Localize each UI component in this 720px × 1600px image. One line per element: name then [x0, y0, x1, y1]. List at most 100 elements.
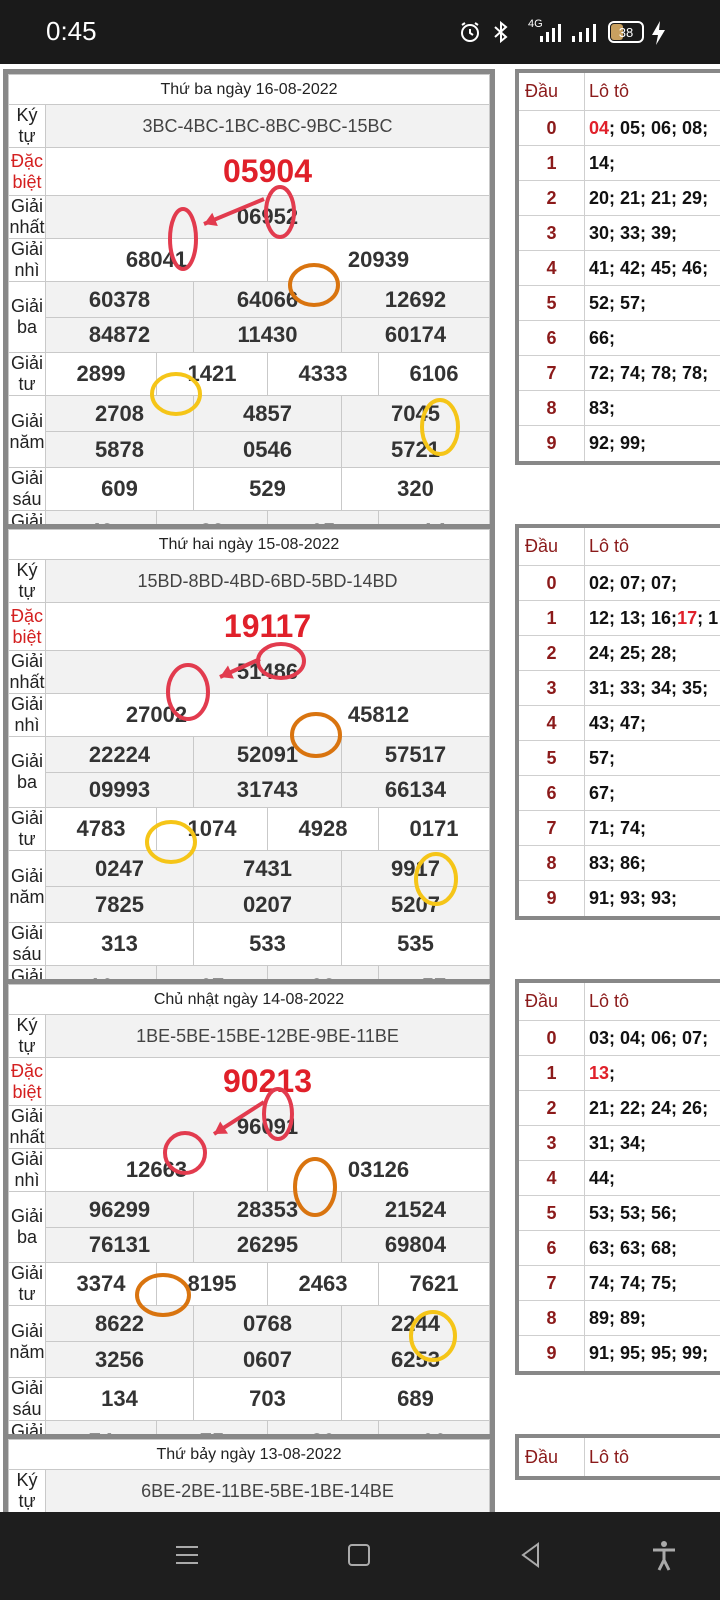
fifth-prize: 5207 [341, 886, 490, 923]
result-table: Thứ hai ngày 15-08-2022 Ký tự 15BD-8BD-4BD… [3, 524, 495, 1014]
loto-head-digit: 1 [519, 601, 585, 635]
label-giai-sau: Giải sáu [8, 922, 46, 966]
label-giai-nhi: Giải nhì [8, 1148, 46, 1192]
fourth-prize: 2463 [267, 1262, 379, 1306]
fifth-prize: 6253 [341, 1341, 490, 1378]
loto-values: 13; [585, 1056, 720, 1090]
label-giai-ba: Giải ba [8, 1191, 46, 1263]
loto-head-digit: 1 [519, 146, 585, 180]
loto-special-number: 13 [589, 1062, 610, 1083]
label-giai-nam: Giải năm [8, 395, 46, 468]
loto-values: 53; 53; 56; [585, 1196, 720, 1230]
loto-numbers: 67; [589, 782, 616, 803]
kytu-value: 3BC-4BC-1BC-8BC-9BC-15BC [45, 104, 490, 148]
loto-row: 1 14; [519, 146, 720, 181]
accessibility-icon[interactable] [650, 1540, 678, 1572]
loto-row: 5 52; 57; [519, 286, 720, 321]
label-giai-nhat: Giải nhất [8, 195, 46, 239]
loto-numbers: ; 1 [697, 607, 719, 628]
loto-head-digit: 9 [519, 426, 585, 461]
special-prize: 05904 [45, 147, 490, 196]
label-giai-nhi: Giải nhì [8, 238, 46, 282]
loto-numbers: 20; 21; 21; 29; [589, 187, 709, 208]
loto-head-digit: 4 [519, 1161, 585, 1195]
label-dacbiet: Đặc biệt [8, 147, 46, 196]
fourth-prize: 8195 [156, 1262, 268, 1306]
fourth-prize: 1074 [156, 807, 268, 851]
fourth-prize: 1421 [156, 352, 268, 396]
loto-values: 72; 74; 78; 78; [585, 356, 720, 390]
results-page[interactable]: Thứ ba ngày 16-08-2022 Ký tự 3BC-4BC-1BC-8… [0, 64, 720, 1512]
fifth-prize: 2244 [341, 1305, 490, 1342]
loto-row: 6 63; 63; 68; [519, 1231, 720, 1266]
fourth-prize: 4333 [267, 352, 379, 396]
result-table: Thứ bảy ngày 13-08-2022 Ký tự 6BE-2BE-11BE… [3, 1434, 495, 1512]
loto-numbers: ; [609, 1062, 616, 1083]
loto-values: 30; 33; 39; [585, 216, 720, 250]
fifth-prize: 4857 [193, 395, 342, 432]
loto-head-digit: 1 [519, 1056, 585, 1090]
loto-head-digit: 6 [519, 776, 585, 810]
loto-values: 83; [585, 391, 720, 425]
battery-icon: 38 [608, 21, 644, 43]
third-prize: 60174 [341, 317, 490, 353]
loto-head-digit: 8 [519, 391, 585, 425]
fifth-prize: 0768 [193, 1305, 342, 1342]
draw-date: Thứ ba ngày 16-08-2022 [8, 74, 490, 105]
third-prize: 22224 [45, 736, 194, 773]
loto-values: 31; 34; [585, 1126, 720, 1160]
sixth-prize: 689 [341, 1377, 490, 1421]
fifth-prize: 5878 [45, 431, 194, 468]
loto-row: 7 72; 74; 78; 78; [519, 356, 720, 391]
loto-numbers: 57; [589, 747, 616, 768]
loto-header-dau: Đầu [519, 983, 585, 1020]
second-prize: 27002 [45, 693, 268, 737]
loto-values: 91; 93; 93; [585, 881, 720, 916]
loto-head-digit: 0 [519, 566, 585, 600]
loto-row: 4 43; 47; [519, 706, 720, 741]
back-icon[interactable] [518, 1540, 544, 1570]
loto-head-digit: 5 [519, 741, 585, 775]
loto-head-digit: 3 [519, 216, 585, 250]
loto-row: 5 53; 53; 56; [519, 1196, 720, 1231]
home-icon[interactable] [346, 1540, 372, 1570]
third-prize: 96299 [45, 1191, 194, 1228]
loto-values: 67; [585, 776, 720, 810]
special-prize: 19117 [45, 602, 490, 651]
loto-head-digit: 9 [519, 881, 585, 916]
loto-numbers: 83; 86; [589, 852, 647, 873]
loto-numbers: 66; [589, 327, 616, 348]
loto-row: 2 24; 25; 28; [519, 636, 720, 671]
sixth-prize: 703 [193, 1377, 342, 1421]
loto-values: 91; 95; 95; 99; [585, 1336, 720, 1371]
third-prize: 60378 [45, 281, 194, 318]
loto-head-digit: 7 [519, 356, 585, 390]
third-prize: 84872 [45, 317, 194, 353]
third-prize: 21524 [341, 1191, 490, 1228]
loto-table: Đầu Lô tô [515, 1434, 720, 1480]
loto-values: 74; 74; 75; [585, 1266, 720, 1300]
loto-head-digit: 0 [519, 1021, 585, 1055]
loto-head-digit: 3 [519, 671, 585, 705]
loto-head-digit: 4 [519, 251, 585, 285]
label-kytu: Ký tự [8, 104, 46, 148]
loto-numbers: 53; 53; 56; [589, 1202, 678, 1223]
loto-row: 4 41; 42; 45; 46; [519, 251, 720, 286]
fifth-prize: 9917 [341, 850, 490, 887]
menu-icon[interactable] [174, 1540, 200, 1570]
loto-header-loto: Lô tô [589, 81, 630, 101]
fourth-prize: 2899 [45, 352, 157, 396]
loto-values: 12; 13; 16; 17; 1 [585, 601, 720, 635]
third-prize: 57517 [341, 736, 490, 773]
loto-head-digit: 8 [519, 1301, 585, 1335]
fifth-prize: 0247 [45, 850, 194, 887]
sixth-prize: 535 [341, 922, 490, 966]
loto-row: 0 04; 05; 06; 08; [519, 111, 720, 146]
label-giai-tu: Giải tư [8, 352, 46, 396]
loto-numbers: 24; 25; 28; [589, 642, 678, 663]
fifth-prize: 2708 [45, 395, 194, 432]
fifth-prize: 0607 [193, 1341, 342, 1378]
third-prize: 11430 [193, 317, 342, 353]
first-prize: 96091 [45, 1105, 490, 1149]
second-prize: 03126 [267, 1148, 490, 1192]
